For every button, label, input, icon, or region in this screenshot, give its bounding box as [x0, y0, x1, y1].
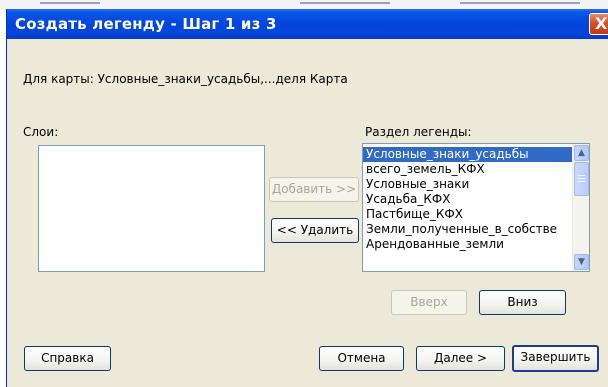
legend-item[interactable]: Условные_знаки_усадьбы — [363, 147, 589, 162]
background-glyph — [300, 2, 390, 4]
grip-line — [578, 175, 585, 176]
dialog-title: Создать легенду - Шаг 1 из 3 — [15, 15, 277, 33]
legend-item[interactable]: Пастбище_КФХ — [363, 207, 589, 222]
chevron-down-icon: ▼ — [578, 257, 585, 267]
close-icon: X — [595, 14, 608, 33]
add-button[interactable]: Добавить >> — [269, 177, 359, 202]
legend-item[interactable]: всего_земель_КФХ — [363, 162, 589, 177]
background-glyph — [460, 2, 580, 4]
legend-item[interactable]: Условные_знаки — [363, 177, 589, 192]
chevron-up-icon: ▲ — [578, 148, 585, 158]
finish-button[interactable]: Завершить — [512, 345, 599, 372]
legend-item[interactable]: Усадьба_КФХ — [363, 192, 589, 207]
grip-line — [578, 178, 585, 179]
background-glyph — [40, 2, 100, 4]
legend-item[interactable]: Земли_полученные_в_собстве — [363, 222, 589, 237]
legend-section-label: Раздел легенды: — [365, 125, 472, 139]
close-button[interactable]: X — [589, 13, 608, 35]
scroll-up-button[interactable]: ▲ — [574, 145, 589, 161]
move-down-button[interactable]: Вниз — [479, 290, 566, 315]
move-up-button[interactable]: Вверх — [391, 290, 467, 315]
next-button[interactable]: Далее > — [416, 346, 505, 371]
scroll-down-button[interactable]: ▼ — [574, 254, 589, 270]
title-bar[interactable]: Создать легенду - Шаг 1 из 3 X — [7, 9, 608, 39]
create-legend-dialog: Создать легенду - Шаг 1 из 3 X Для карты… — [6, 9, 608, 387]
layers-listbox[interactable] — [38, 145, 265, 272]
scroll-thumb[interactable] — [574, 162, 589, 196]
layers-label: Слои: — [23, 125, 59, 139]
remove-button[interactable]: << Удалить — [271, 218, 359, 243]
grip-line — [578, 181, 585, 182]
map-caption: Для карты: Условные_знаки_усадьбы,...дел… — [23, 72, 348, 86]
legend-scrollbar[interactable]: ▲ ▼ — [572, 144, 589, 271]
help-button[interactable]: Справка — [24, 346, 111, 371]
legend-section-listbox[interactable]: Условные_знаки_усадьбы всего_земель_КФХ … — [362, 143, 590, 272]
cancel-button[interactable]: Отмена — [319, 346, 404, 371]
legend-item[interactable]: Арендованные_земли — [363, 237, 589, 252]
